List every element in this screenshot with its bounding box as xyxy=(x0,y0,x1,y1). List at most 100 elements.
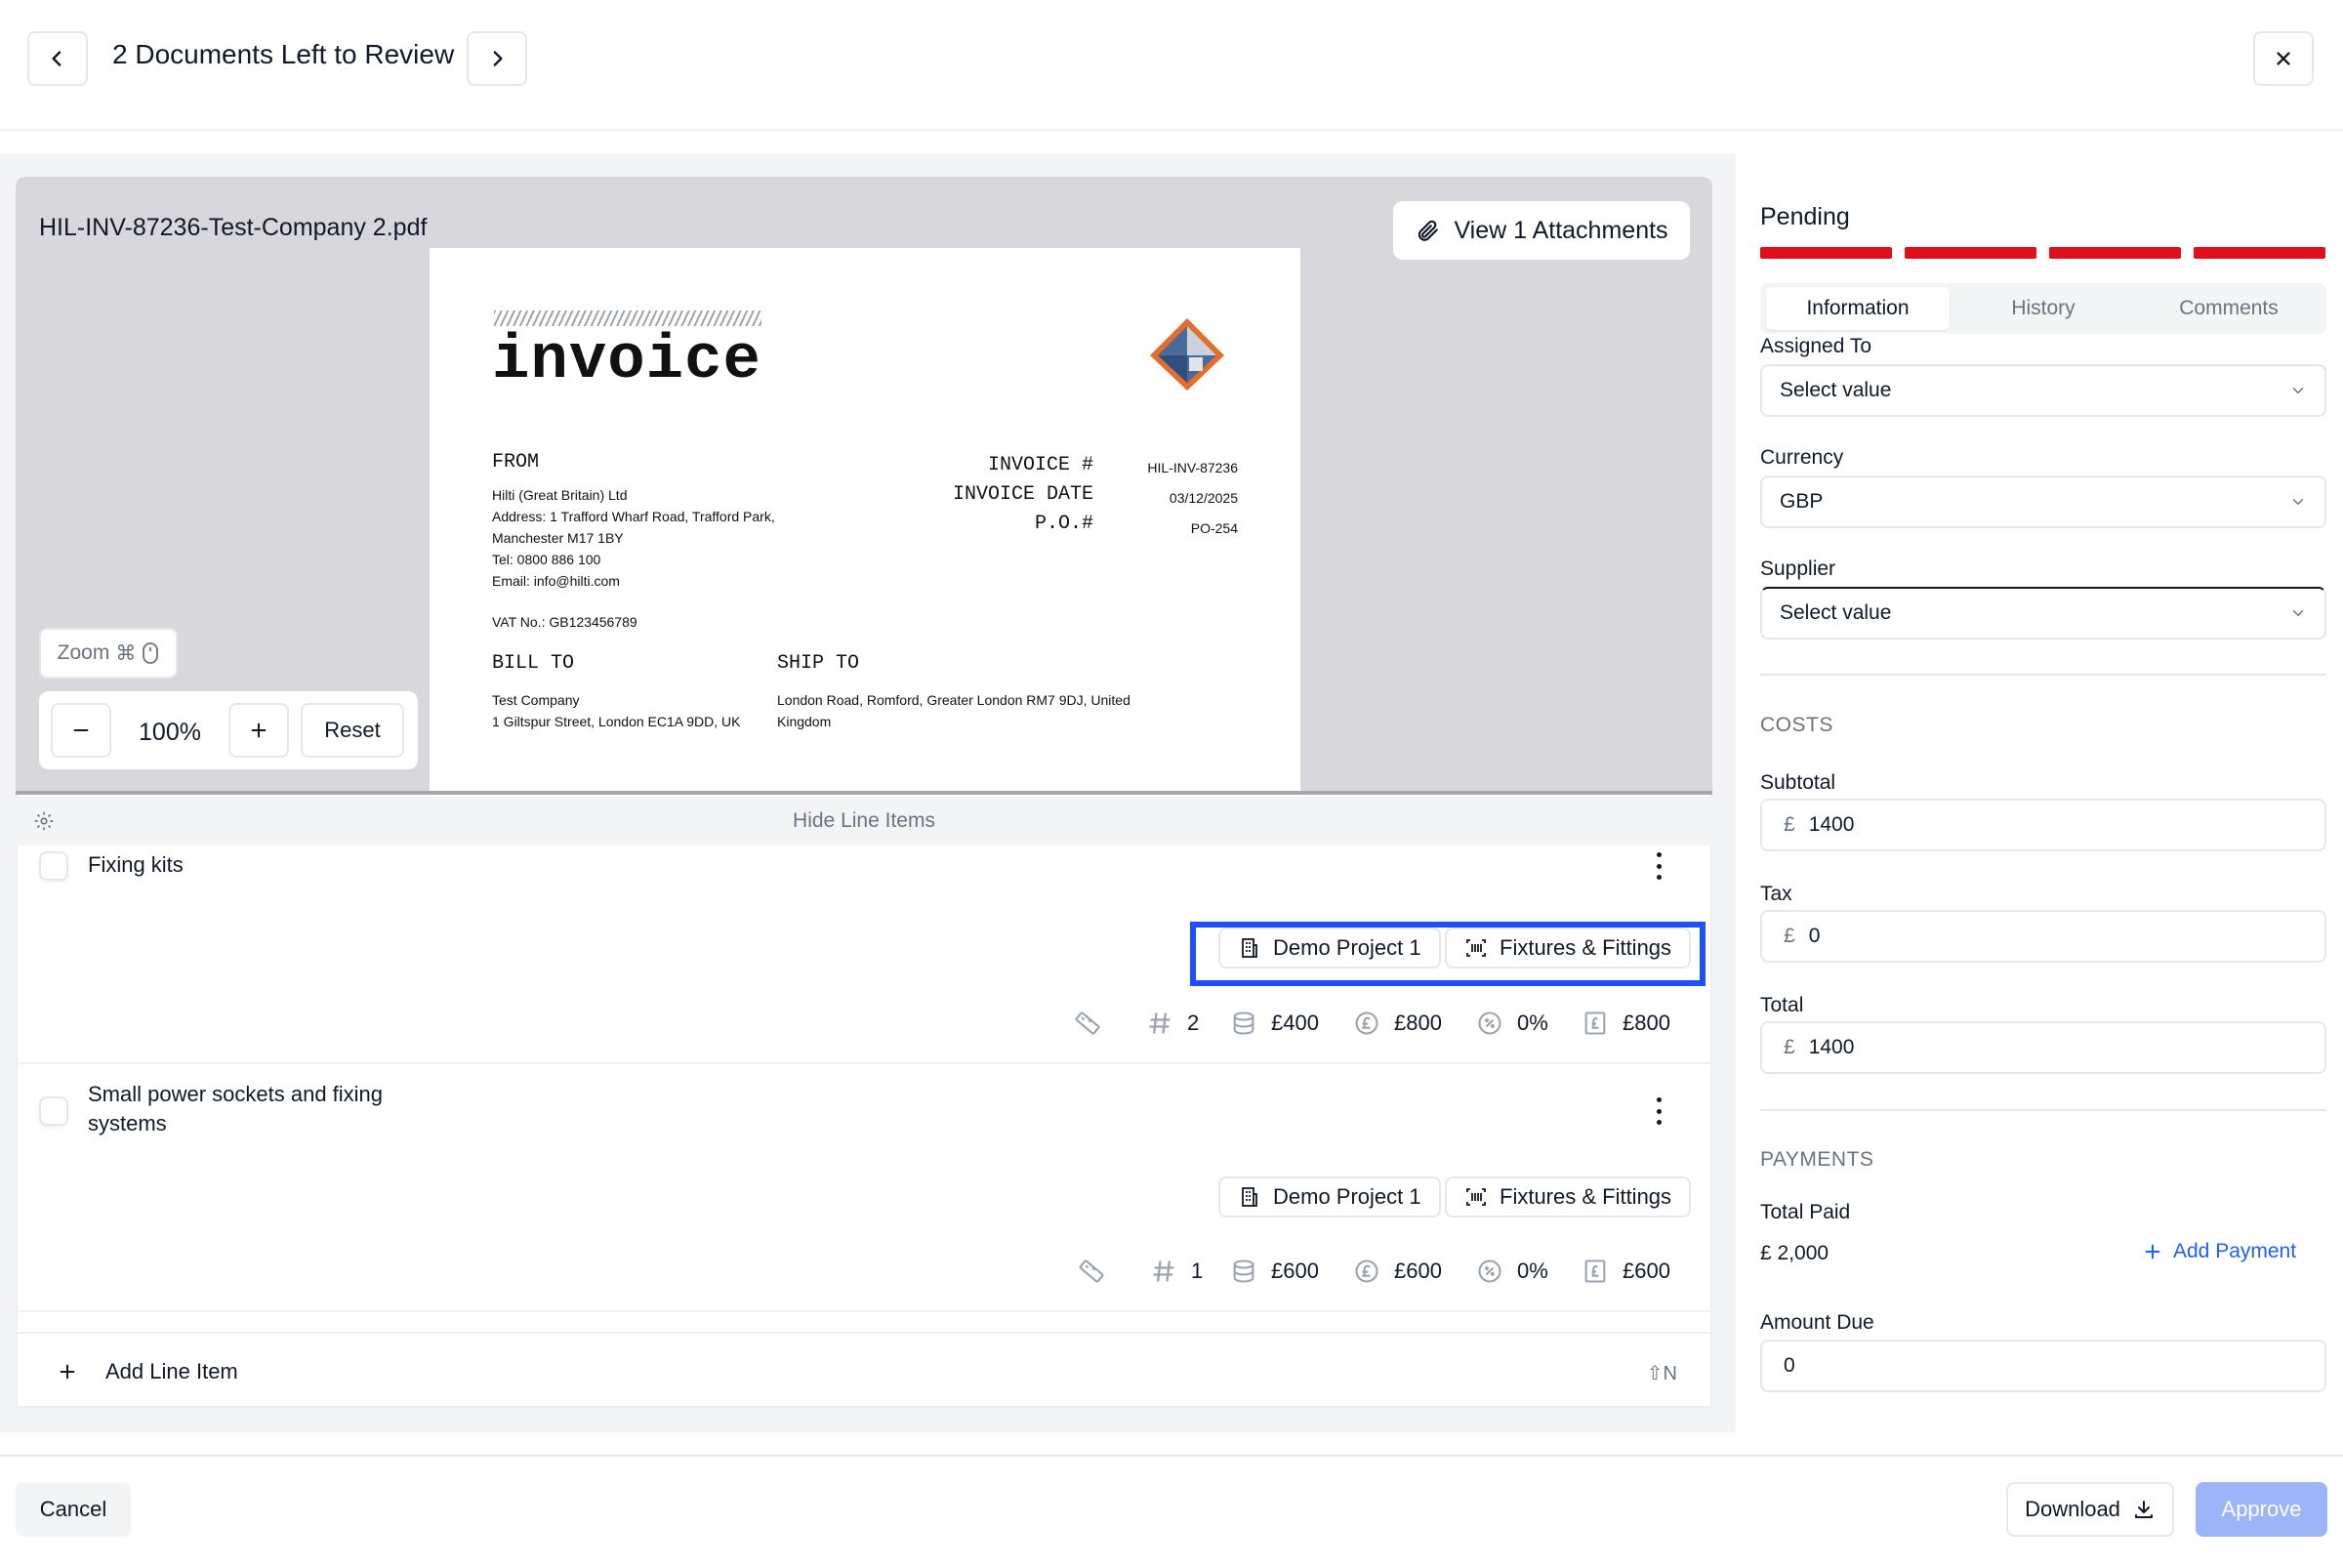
supplier-value: Select value xyxy=(1780,601,1892,624)
quantity-metric[interactable]: 2 xyxy=(1146,1010,1199,1037)
ruler-icon xyxy=(1079,1259,1104,1283)
tax-rate-metric[interactable]: 0% xyxy=(1476,1258,1548,1285)
quantity-metric[interactable]: 1 xyxy=(1150,1258,1203,1285)
assigned-to-value: Select value xyxy=(1780,379,1892,401)
mouse-icon xyxy=(143,642,159,664)
net-amount-value: £800 xyxy=(1394,1011,1442,1035)
zoom-out-button[interactable] xyxy=(51,703,111,758)
unit-price-metric[interactable]: £600 xyxy=(1230,1258,1319,1285)
currency-value: GBP xyxy=(1780,490,1824,513)
invoice-from-line: Manchester M17 1BY xyxy=(492,530,624,546)
zoom-in-button[interactable] xyxy=(228,703,289,758)
invoice-date-label: INVOICE DATE xyxy=(952,483,1093,506)
cancel-button[interactable]: Cancel xyxy=(16,1482,131,1537)
tax-value: 0 xyxy=(1808,925,1821,947)
chevron-left-icon xyxy=(52,51,62,66)
line-total-value: £800 xyxy=(1623,1011,1670,1035)
command-key-icon: ⌘ xyxy=(115,641,137,665)
line-item-checkbox[interactable] xyxy=(39,851,68,881)
costs-heading: COSTS xyxy=(1760,714,1833,736)
zoom-reset-button[interactable]: Reset xyxy=(301,703,404,758)
percent-circle-icon xyxy=(1478,1011,1501,1035)
view-attachments-button[interactable]: View 1 Attachments xyxy=(1393,201,1690,260)
chevron-down-icon xyxy=(2292,499,2304,506)
chevron-down-icon xyxy=(2292,610,2304,617)
plus-icon xyxy=(2145,1244,2160,1259)
chevron-right-icon xyxy=(493,51,503,66)
close-button[interactable] xyxy=(2253,31,2314,86)
line-total-metric[interactable]: £800 xyxy=(1582,1010,1670,1037)
tax-input[interactable]: £ 0 xyxy=(1760,910,2326,963)
line-total-value: £600 xyxy=(1623,1259,1670,1283)
subtotal-input[interactable]: £ 1400 xyxy=(1760,799,2326,851)
net-amount-value: £600 xyxy=(1394,1259,1442,1283)
status-progress-segment xyxy=(1905,247,2036,259)
add-line-item-label: Add Line Item xyxy=(105,1359,238,1383)
amount-due-label: Amount Due xyxy=(1760,1311,1874,1334)
supplier-select[interactable]: Select value xyxy=(1760,587,2326,640)
database-icon xyxy=(1233,1011,1254,1035)
total-label: Total xyxy=(1760,994,1804,1016)
chevron-down-icon xyxy=(2292,388,2304,394)
previous-document-button[interactable] xyxy=(27,31,88,86)
unit-price-metric[interactable]: £400 xyxy=(1230,1010,1319,1037)
invoice-from-line: Address: 1 Trafford Wharf Road, Trafford… xyxy=(492,509,775,524)
line-item-menu-icon[interactable] xyxy=(1655,1097,1663,1125)
invoice-date-value: 03/12/2025 xyxy=(1169,490,1238,506)
minus-icon xyxy=(73,728,89,732)
total-value: 1400 xyxy=(1808,1036,1855,1058)
add-line-item-row[interactable]: Add Line Item ⇧N xyxy=(16,1332,1712,1408)
hash-icon xyxy=(1149,1012,1171,1034)
subtotal-label: Subtotal xyxy=(1760,771,1836,794)
invoice-bill-to-label: BILL TO xyxy=(492,652,575,675)
category-tag[interactable]: Fixtures & Fittings xyxy=(1445,1176,1692,1217)
quantity-value: 2 xyxy=(1187,1011,1200,1035)
zoom-controls: 100% Reset xyxy=(39,691,418,769)
invoice-from-line: Email: info@hilti.com xyxy=(492,573,620,589)
hide-line-items-toggle[interactable]: Hide Line Items xyxy=(16,797,1712,846)
tab-comments[interactable]: Comments xyxy=(2137,287,2321,330)
tab-information[interactable]: Information xyxy=(1766,287,1950,330)
paperclip-icon xyxy=(1418,220,1439,241)
next-document-button[interactable] xyxy=(467,31,527,86)
project-tag[interactable]: Demo Project 1 xyxy=(1218,1176,1441,1217)
line-item-title: Small power sockets and fixing systems xyxy=(88,1080,383,1138)
document-filename: HIL-INV-87236-Test-Company 2.pdf xyxy=(39,214,428,241)
percent-circle-icon xyxy=(1478,1259,1501,1283)
invoice-meta-labels: INVOICE # INVOICE DATE P.O.# xyxy=(953,451,1093,539)
add-line-item-shortcut: ⇧N xyxy=(1646,1363,1677,1384)
plus-icon xyxy=(251,722,267,738)
line-total-metric[interactable]: £600 xyxy=(1582,1258,1670,1285)
download-button[interactable]: Download xyxy=(2006,1482,2174,1537)
tax-rate-value: 0% xyxy=(1517,1259,1548,1283)
plus-icon xyxy=(60,1364,75,1380)
pound-sign: £ xyxy=(1784,813,1795,836)
net-amount-metric[interactable]: £800 xyxy=(1353,1010,1442,1037)
tab-history[interactable]: History xyxy=(1952,287,2135,330)
invoice-from-line: Tel: 0800 886 100 xyxy=(492,552,601,567)
measure-icon-wrapper xyxy=(1074,1010,1101,1037)
line-item-menu-icon[interactable] xyxy=(1655,852,1663,880)
invoice-meta-values: HIL-INV-87236 03/12/2025 PO-254 xyxy=(1147,453,1238,544)
invoice-number-label: INVOICE # xyxy=(987,454,1093,476)
project-tag-label: Demo Project 1 xyxy=(1273,1184,1421,1209)
sidebar-tabs: Information History Comments xyxy=(1760,283,2326,334)
pound-coin-icon xyxy=(1355,1259,1378,1283)
invoice-po-value: PO-254 xyxy=(1190,520,1238,536)
measure-icon-wrapper xyxy=(1078,1258,1105,1285)
database-icon xyxy=(1233,1259,1254,1283)
total-input[interactable]: £ 1400 xyxy=(1760,1021,2326,1074)
net-amount-metric[interactable]: £600 xyxy=(1353,1258,1442,1285)
hash-icon xyxy=(1153,1260,1174,1282)
add-payment-link[interactable]: Add Payment xyxy=(2142,1240,2296,1263)
download-icon xyxy=(2134,1501,2153,1518)
tax-rate-metric[interactable]: 0% xyxy=(1476,1010,1548,1037)
amount-due-input[interactable]: 0 xyxy=(1760,1340,2326,1392)
line-item-checkbox[interactable] xyxy=(39,1096,68,1126)
currency-select[interactable]: GBP xyxy=(1760,475,2326,528)
status-label: Pending xyxy=(1760,203,1850,230)
assigned-to-select[interactable]: Select value xyxy=(1760,364,2326,417)
close-icon xyxy=(2277,52,2290,65)
amount-due-value: 0 xyxy=(1784,1354,1795,1377)
approve-button[interactable]: Approve xyxy=(2196,1482,2327,1537)
